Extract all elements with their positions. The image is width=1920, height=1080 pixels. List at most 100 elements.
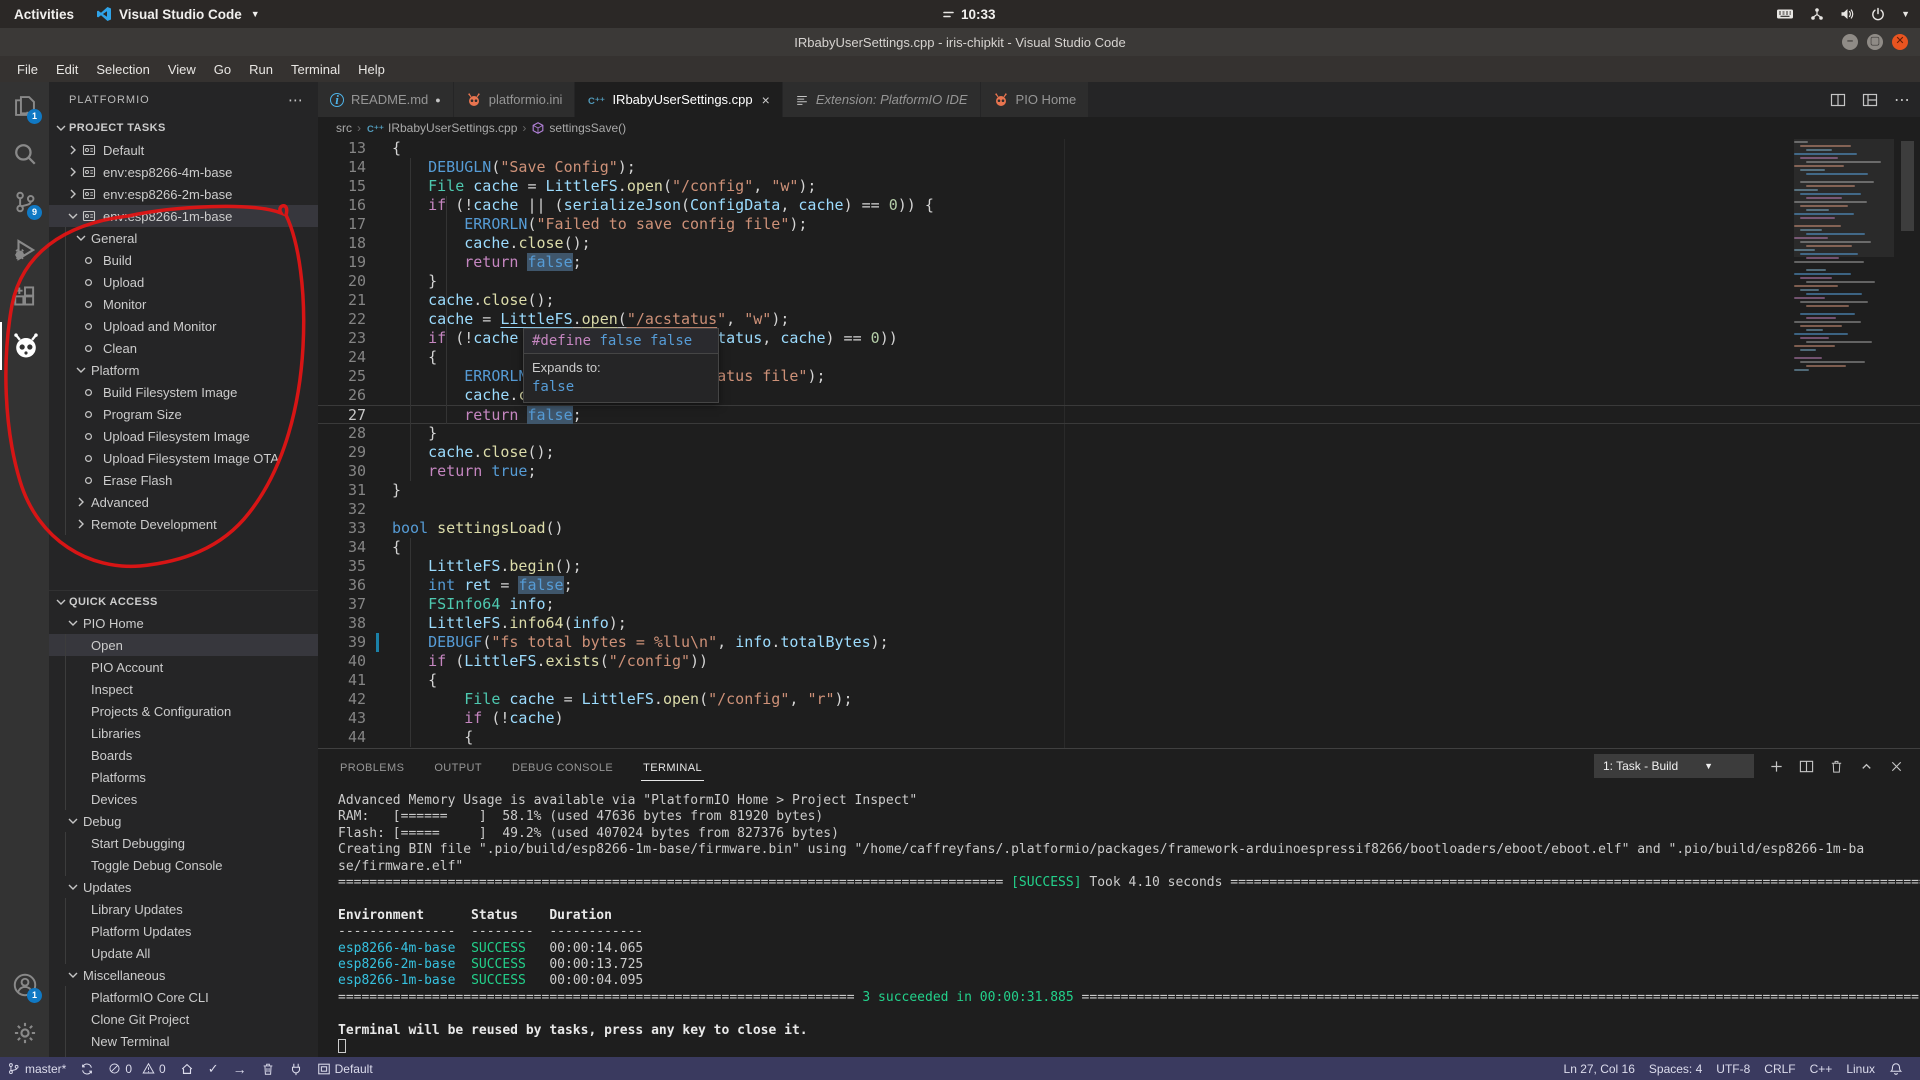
quick-access-item[interactable]: Toggle Debug Console bbox=[49, 854, 318, 876]
project-task-item[interactable]: Upload bbox=[49, 271, 318, 293]
status-notifications[interactable] bbox=[1882, 1057, 1910, 1080]
split-editor-icon[interactable] bbox=[1830, 92, 1846, 108]
code-line[interactable]: 20 } bbox=[318, 272, 1920, 291]
quick-access-item[interactable]: New Terminal bbox=[49, 1030, 318, 1052]
menu-run[interactable]: Run bbox=[240, 59, 282, 80]
tab-irbabyusersettings-cpp[interactable]: C⁺⁺IRbabyUserSettings.cpp× bbox=[575, 82, 782, 117]
panel-tab-output[interactable]: OUTPUT bbox=[432, 754, 484, 780]
quick-access-item[interactable]: Platforms bbox=[49, 766, 318, 788]
quick-access-item[interactable]: PlatformIO Core CLI bbox=[49, 986, 318, 1008]
code-line[interactable]: 41 { bbox=[318, 671, 1920, 690]
status-encoding[interactable]: UTF-8 bbox=[1709, 1057, 1757, 1080]
minimize-button[interactable]: – bbox=[1842, 34, 1858, 50]
status-sync[interactable] bbox=[73, 1057, 101, 1080]
breadcrumb-item[interactable]: settingsSave() bbox=[531, 121, 626, 135]
activity-search-icon[interactable] bbox=[0, 130, 49, 178]
project-task-item[interactable]: Advanced bbox=[49, 491, 318, 513]
tab-extension-platformio-ide[interactable]: Extension: PlatformIO IDE bbox=[783, 82, 981, 117]
trash-icon[interactable] bbox=[1829, 759, 1844, 774]
code-line[interactable]: 40 if (LittleFS.exists("/config")) bbox=[318, 652, 1920, 671]
quick-access-item[interactable]: Miscellaneous bbox=[49, 964, 318, 986]
quick-access-item[interactable]: Devices bbox=[49, 788, 318, 810]
activity-platformio-icon[interactable] bbox=[0, 322, 49, 370]
code-line[interactable]: 33bool settingsLoad() bbox=[318, 519, 1920, 538]
menu-file[interactable]: File bbox=[8, 59, 47, 80]
project-task-item[interactable]: Monitor bbox=[49, 293, 318, 315]
close-button[interactable]: ✕ bbox=[1892, 34, 1908, 50]
code-line[interactable]: 32 bbox=[318, 500, 1920, 519]
close-icon[interactable] bbox=[1889, 759, 1904, 774]
clock[interactable]: 10:33 bbox=[942, 0, 996, 28]
status-pio-home[interactable] bbox=[173, 1057, 201, 1080]
status-pio-upload[interactable]: → bbox=[226, 1057, 254, 1080]
system-tray[interactable]: ▼ bbox=[1776, 0, 1910, 28]
status-pio-build[interactable]: ✓ bbox=[201, 1057, 226, 1080]
tab-readme-md[interactable]: iREADME.md● bbox=[318, 82, 454, 117]
code-line[interactable]: 43 if (!cache) bbox=[318, 709, 1920, 728]
project-task-item[interactable]: Upload Filesystem Image bbox=[49, 425, 318, 447]
editor-scrollbar[interactable] bbox=[1901, 141, 1914, 231]
quick-access-item[interactable]: Inspect bbox=[49, 678, 318, 700]
quick-access-item[interactable]: Libraries bbox=[49, 722, 318, 744]
quick-access-item[interactable]: Update All bbox=[49, 942, 318, 964]
code-line[interactable]: 27 return false; bbox=[318, 405, 1920, 424]
status-problems[interactable]: 00 bbox=[101, 1057, 172, 1080]
code-line[interactable]: 44 { bbox=[318, 728, 1920, 747]
code-line[interactable]: 39 DEBUGF("fs total bytes = %llu\n", inf… bbox=[318, 633, 1920, 652]
code-line[interactable]: 30 return true; bbox=[318, 462, 1920, 481]
code-line[interactable]: 13{ bbox=[318, 139, 1920, 158]
project-task-item[interactable]: Clean bbox=[49, 337, 318, 359]
quick-access-item[interactable]: PIO Account bbox=[49, 656, 318, 678]
terminal-task-selector[interactable]: 1: Task - Build ▼ bbox=[1594, 754, 1754, 778]
quick-access-item[interactable]: Platform Updates bbox=[49, 920, 318, 942]
panel-tab-debug-console[interactable]: DEBUG CONSOLE bbox=[510, 754, 615, 780]
activities-button[interactable]: Activities bbox=[14, 7, 74, 22]
plus-icon[interactable] bbox=[1769, 759, 1784, 774]
project-task-item[interactable]: Program Size bbox=[49, 403, 318, 425]
menu-go[interactable]: Go bbox=[205, 59, 240, 80]
breadcrumb-item[interactable]: src bbox=[336, 121, 352, 135]
project-task-item[interactable]: Erase Flash bbox=[49, 469, 318, 491]
project-task-item[interactable]: env:esp8266-1m-base bbox=[49, 205, 318, 227]
code-line[interactable]: 31} bbox=[318, 481, 1920, 500]
project-task-item[interactable]: env:esp8266-2m-base bbox=[49, 183, 318, 205]
project-task-item[interactable]: Build bbox=[49, 249, 318, 271]
quick-access-item[interactable]: Open bbox=[49, 634, 318, 656]
activity-account-icon[interactable]: 1 bbox=[0, 961, 49, 1009]
status-language-mode[interactable]: C++ bbox=[1803, 1057, 1840, 1080]
code-line[interactable]: 22 cache = LittleFS.open("/acstatus", "w… bbox=[318, 310, 1920, 329]
app-menu[interactable]: Visual Studio Code ▼ bbox=[96, 6, 260, 22]
activity-run-debug-icon[interactable] bbox=[0, 226, 49, 274]
activity-source-control-icon[interactable]: 9 bbox=[0, 178, 49, 226]
project-task-item[interactable]: env:esp8266-4m-base bbox=[49, 161, 318, 183]
more-icon[interactable]: ⋯ bbox=[1894, 90, 1910, 110]
quick-access-item[interactable]: Start Debugging bbox=[49, 832, 318, 854]
code-line[interactable]: 16 if (!cache || (serializeJson(ConfigDa… bbox=[318, 196, 1920, 215]
chevron-up-icon[interactable] bbox=[1859, 759, 1874, 774]
quick-access-item[interactable]: Projects & Configuration bbox=[49, 700, 318, 722]
code-line[interactable]: 17 ERRORLN("Failed to save config file")… bbox=[318, 215, 1920, 234]
split-panel-icon[interactable] bbox=[1799, 759, 1814, 774]
quick-access-item[interactable]: Debug bbox=[49, 810, 318, 832]
project-task-item[interactable]: Platform bbox=[49, 359, 318, 381]
project-task-item[interactable]: Upload Filesystem Image OTA bbox=[49, 447, 318, 469]
activity-extensions-icon[interactable] bbox=[0, 274, 49, 322]
code-line[interactable]: 42 File cache = LittleFS.open("/config",… bbox=[318, 690, 1920, 709]
activity-explorer-icon[interactable]: 1 bbox=[0, 82, 49, 130]
menu-help[interactable]: Help bbox=[349, 59, 394, 80]
breadcrumb-item[interactable]: C⁺⁺IRbabyUserSettings.cpp bbox=[366, 120, 517, 136]
project-task-item[interactable]: Remote Development bbox=[49, 513, 318, 535]
panel-tab-terminal[interactable]: TERMINAL bbox=[641, 754, 704, 781]
layout-icon[interactable] bbox=[1862, 92, 1878, 108]
section-quick-access[interactable]: QUICK ACCESS bbox=[49, 590, 318, 612]
code-line[interactable]: 35 LittleFS.begin(); bbox=[318, 557, 1920, 576]
code-editor[interactable]: 13{14 DEBUGLN("Save Config");15 File cac… bbox=[318, 139, 1920, 748]
quick-access-item[interactable]: Clone Git Project bbox=[49, 1008, 318, 1030]
code-line[interactable]: 21 cache.close(); bbox=[318, 291, 1920, 310]
status-indentation[interactable]: Spaces: 4 bbox=[1642, 1057, 1709, 1080]
project-task-item[interactable]: Upload and Monitor bbox=[49, 315, 318, 337]
quick-access-item[interactable]: Boards bbox=[49, 744, 318, 766]
code-line[interactable]: 36 int ret = false; bbox=[318, 576, 1920, 595]
code-line[interactable]: 19 return false; bbox=[318, 253, 1920, 272]
terminal-output[interactable]: Advanced Memory Usage is available via "… bbox=[318, 785, 1920, 1057]
